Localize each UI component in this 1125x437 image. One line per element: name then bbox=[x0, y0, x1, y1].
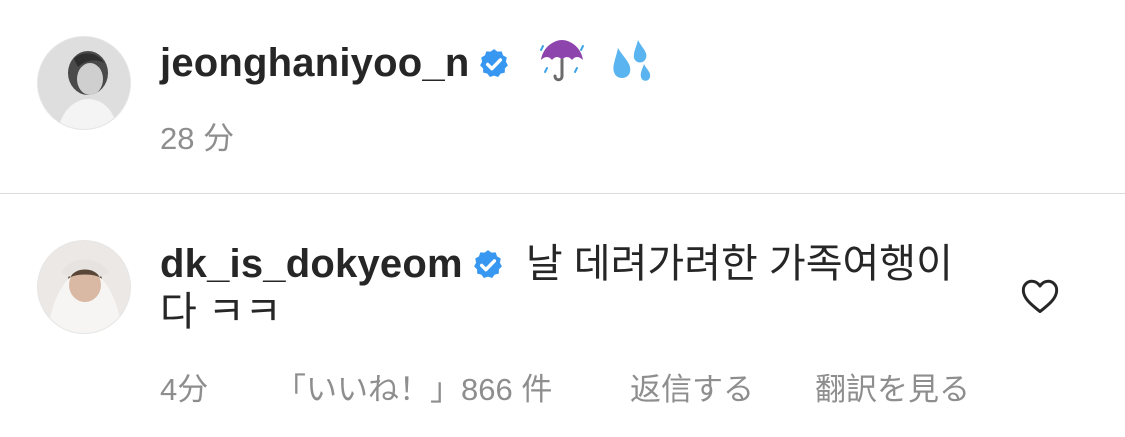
comment-text-line: jeonghaniyoo_n ☔ 💦 bbox=[160, 38, 654, 95]
comment-time: 28 分 bbox=[160, 121, 235, 156]
avatar-photo bbox=[38, 241, 130, 333]
sweat-droplets-icon bbox=[604, 38, 654, 95]
avatar-photo bbox=[38, 37, 130, 129]
heart-outline-icon[interactable] bbox=[1020, 278, 1060, 314]
avatar[interactable] bbox=[37, 36, 131, 130]
verified-badge-icon bbox=[473, 250, 502, 279]
comment-text-line: dk_is_dokyeom 날 데려가려한 가족여행이 bbox=[160, 240, 953, 288]
comment-text: 날 데려가려한 가족여행이 bbox=[525, 242, 953, 286]
username[interactable]: dk_is_dokyeom bbox=[160, 242, 463, 286]
username[interactable]: jeonghaniyoo_n bbox=[160, 41, 469, 85]
avatar[interactable] bbox=[37, 240, 131, 334]
reply-button[interactable]: 返信する bbox=[630, 364, 754, 409]
divider bbox=[0, 193, 1125, 194]
comment-text-continuation: 다 ㅋㅋ bbox=[160, 290, 282, 334]
comment-time: 4分 bbox=[160, 372, 209, 407]
see-translation-button[interactable]: 翻訳を見る bbox=[815, 364, 970, 409]
verified-badge-icon bbox=[480, 49, 509, 78]
umbrella-rain-icon bbox=[537, 38, 587, 95]
likes-count[interactable]: 「いいね！」866 件 bbox=[275, 364, 552, 409]
